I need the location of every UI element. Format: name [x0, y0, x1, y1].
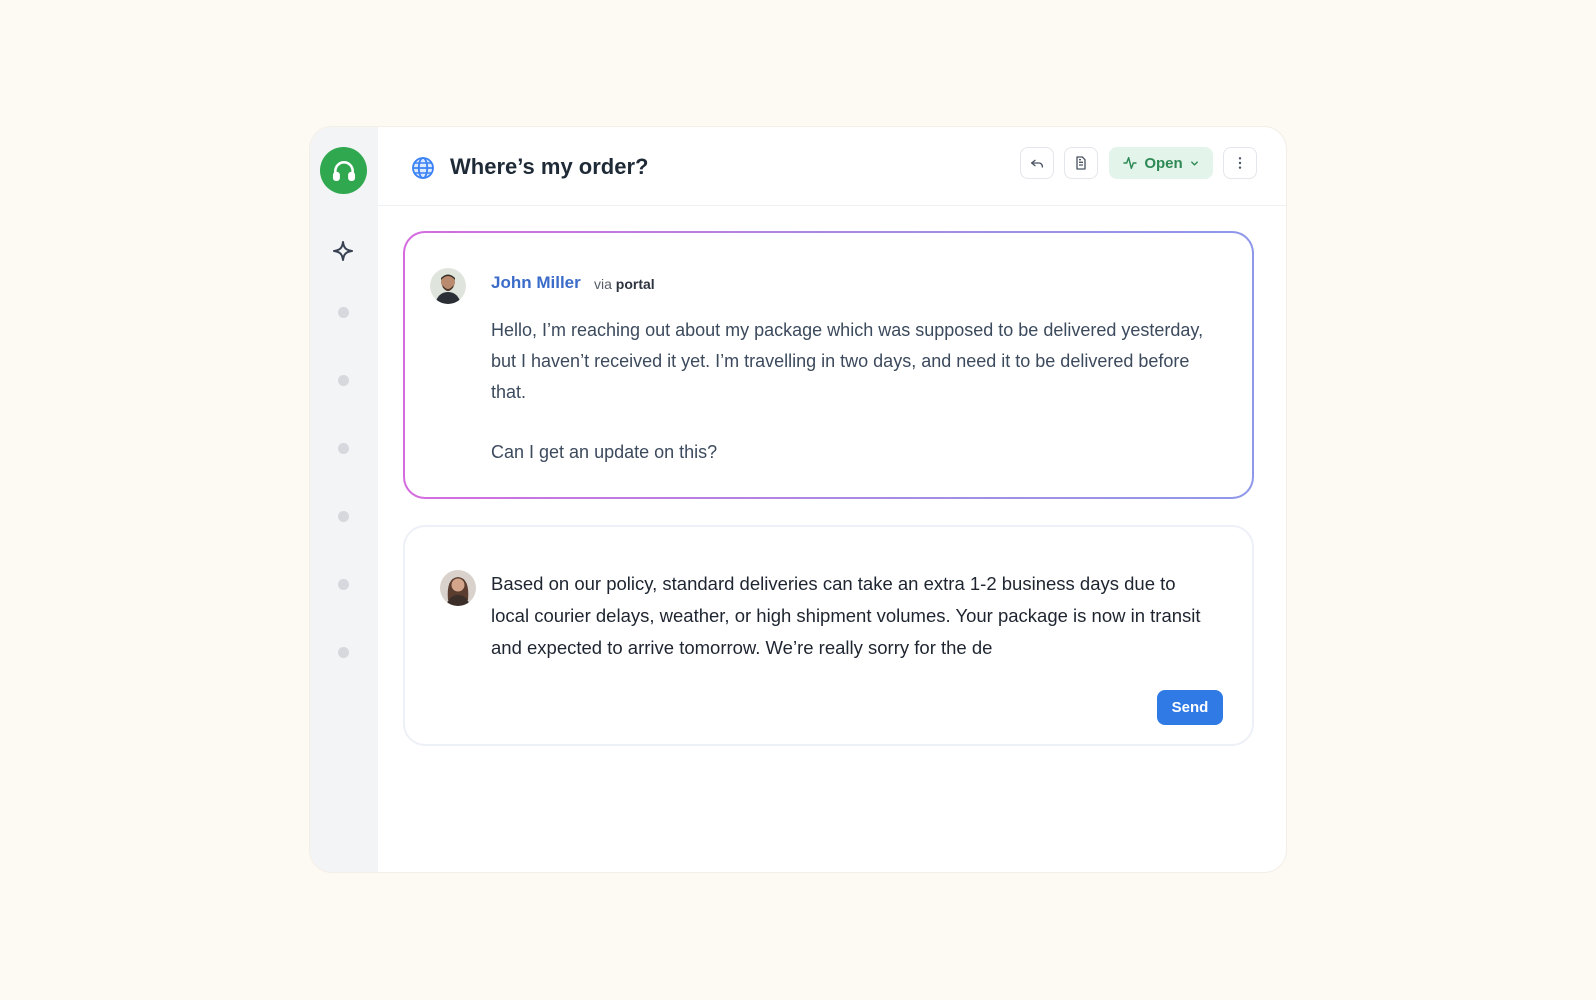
nav-dot[interactable]: [338, 443, 349, 454]
channel-info: via portal: [594, 276, 655, 292]
sidebar-rail: [310, 127, 378, 872]
nav-dot[interactable]: [338, 511, 349, 522]
nav-dot[interactable]: [338, 375, 349, 386]
reply-button[interactable]: [1020, 147, 1054, 179]
send-button[interactable]: Send: [1157, 690, 1223, 725]
reply-composer[interactable]: Based on our policy, standard deliveries…: [403, 525, 1254, 746]
globe-icon: [411, 156, 435, 180]
via-prefix: via: [594, 276, 612, 292]
sparkle-icon[interactable]: [330, 238, 356, 264]
more-vertical-icon: [1238, 157, 1242, 169]
more-options-button[interactable]: [1223, 147, 1257, 179]
message-body: Hello, I’m reaching out about my package…: [491, 315, 1226, 468]
avatar: [440, 570, 476, 606]
author-name[interactable]: John Miller: [491, 273, 581, 293]
nav-dot[interactable]: [338, 579, 349, 590]
message-paragraph: Can I get an update on this?: [491, 442, 718, 462]
nav-dot[interactable]: [338, 647, 349, 658]
activity-icon: [1123, 156, 1138, 170]
headset-icon[interactable]: [320, 147, 367, 194]
message-paragraph: Hello, I’m reaching out about my package…: [491, 320, 1204, 402]
reply-draft-text[interactable]: Based on our policy, standard deliveries…: [491, 568, 1211, 664]
status-dropdown[interactable]: Open: [1109, 147, 1213, 179]
chevron-down-icon: [1190, 160, 1198, 166]
notes-button[interactable]: [1064, 147, 1098, 179]
document-icon: [1076, 156, 1086, 170]
nav-dot[interactable]: [338, 307, 349, 318]
via-channel: portal: [615, 276, 655, 292]
reply-icon: [1031, 159, 1043, 168]
status-label: Open: [1144, 154, 1183, 172]
page-title: Where’s my order?: [450, 154, 649, 179]
customer-message-card: John Miller via portal Hello, I’m reachi…: [403, 231, 1254, 499]
ticket-window: Where’s my order? Open John Miller via p…: [310, 127, 1286, 872]
ticket-header: Where’s my order? Open: [378, 127, 1286, 206]
avatar: [430, 268, 466, 304]
